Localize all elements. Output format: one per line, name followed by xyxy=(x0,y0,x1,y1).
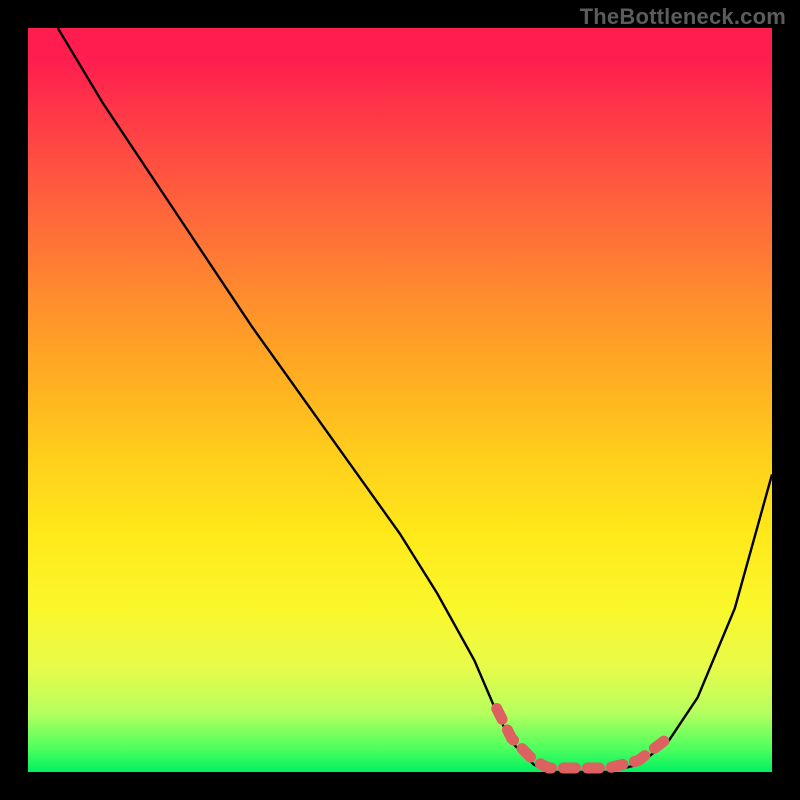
optimal-range-band xyxy=(497,709,668,769)
curve-layer xyxy=(28,28,772,772)
plot-area xyxy=(28,28,772,772)
chart-root: TheBottleneck.com xyxy=(0,0,800,800)
watermark-text: TheBottleneck.com xyxy=(580,4,786,30)
bottleneck-curve xyxy=(58,28,772,772)
